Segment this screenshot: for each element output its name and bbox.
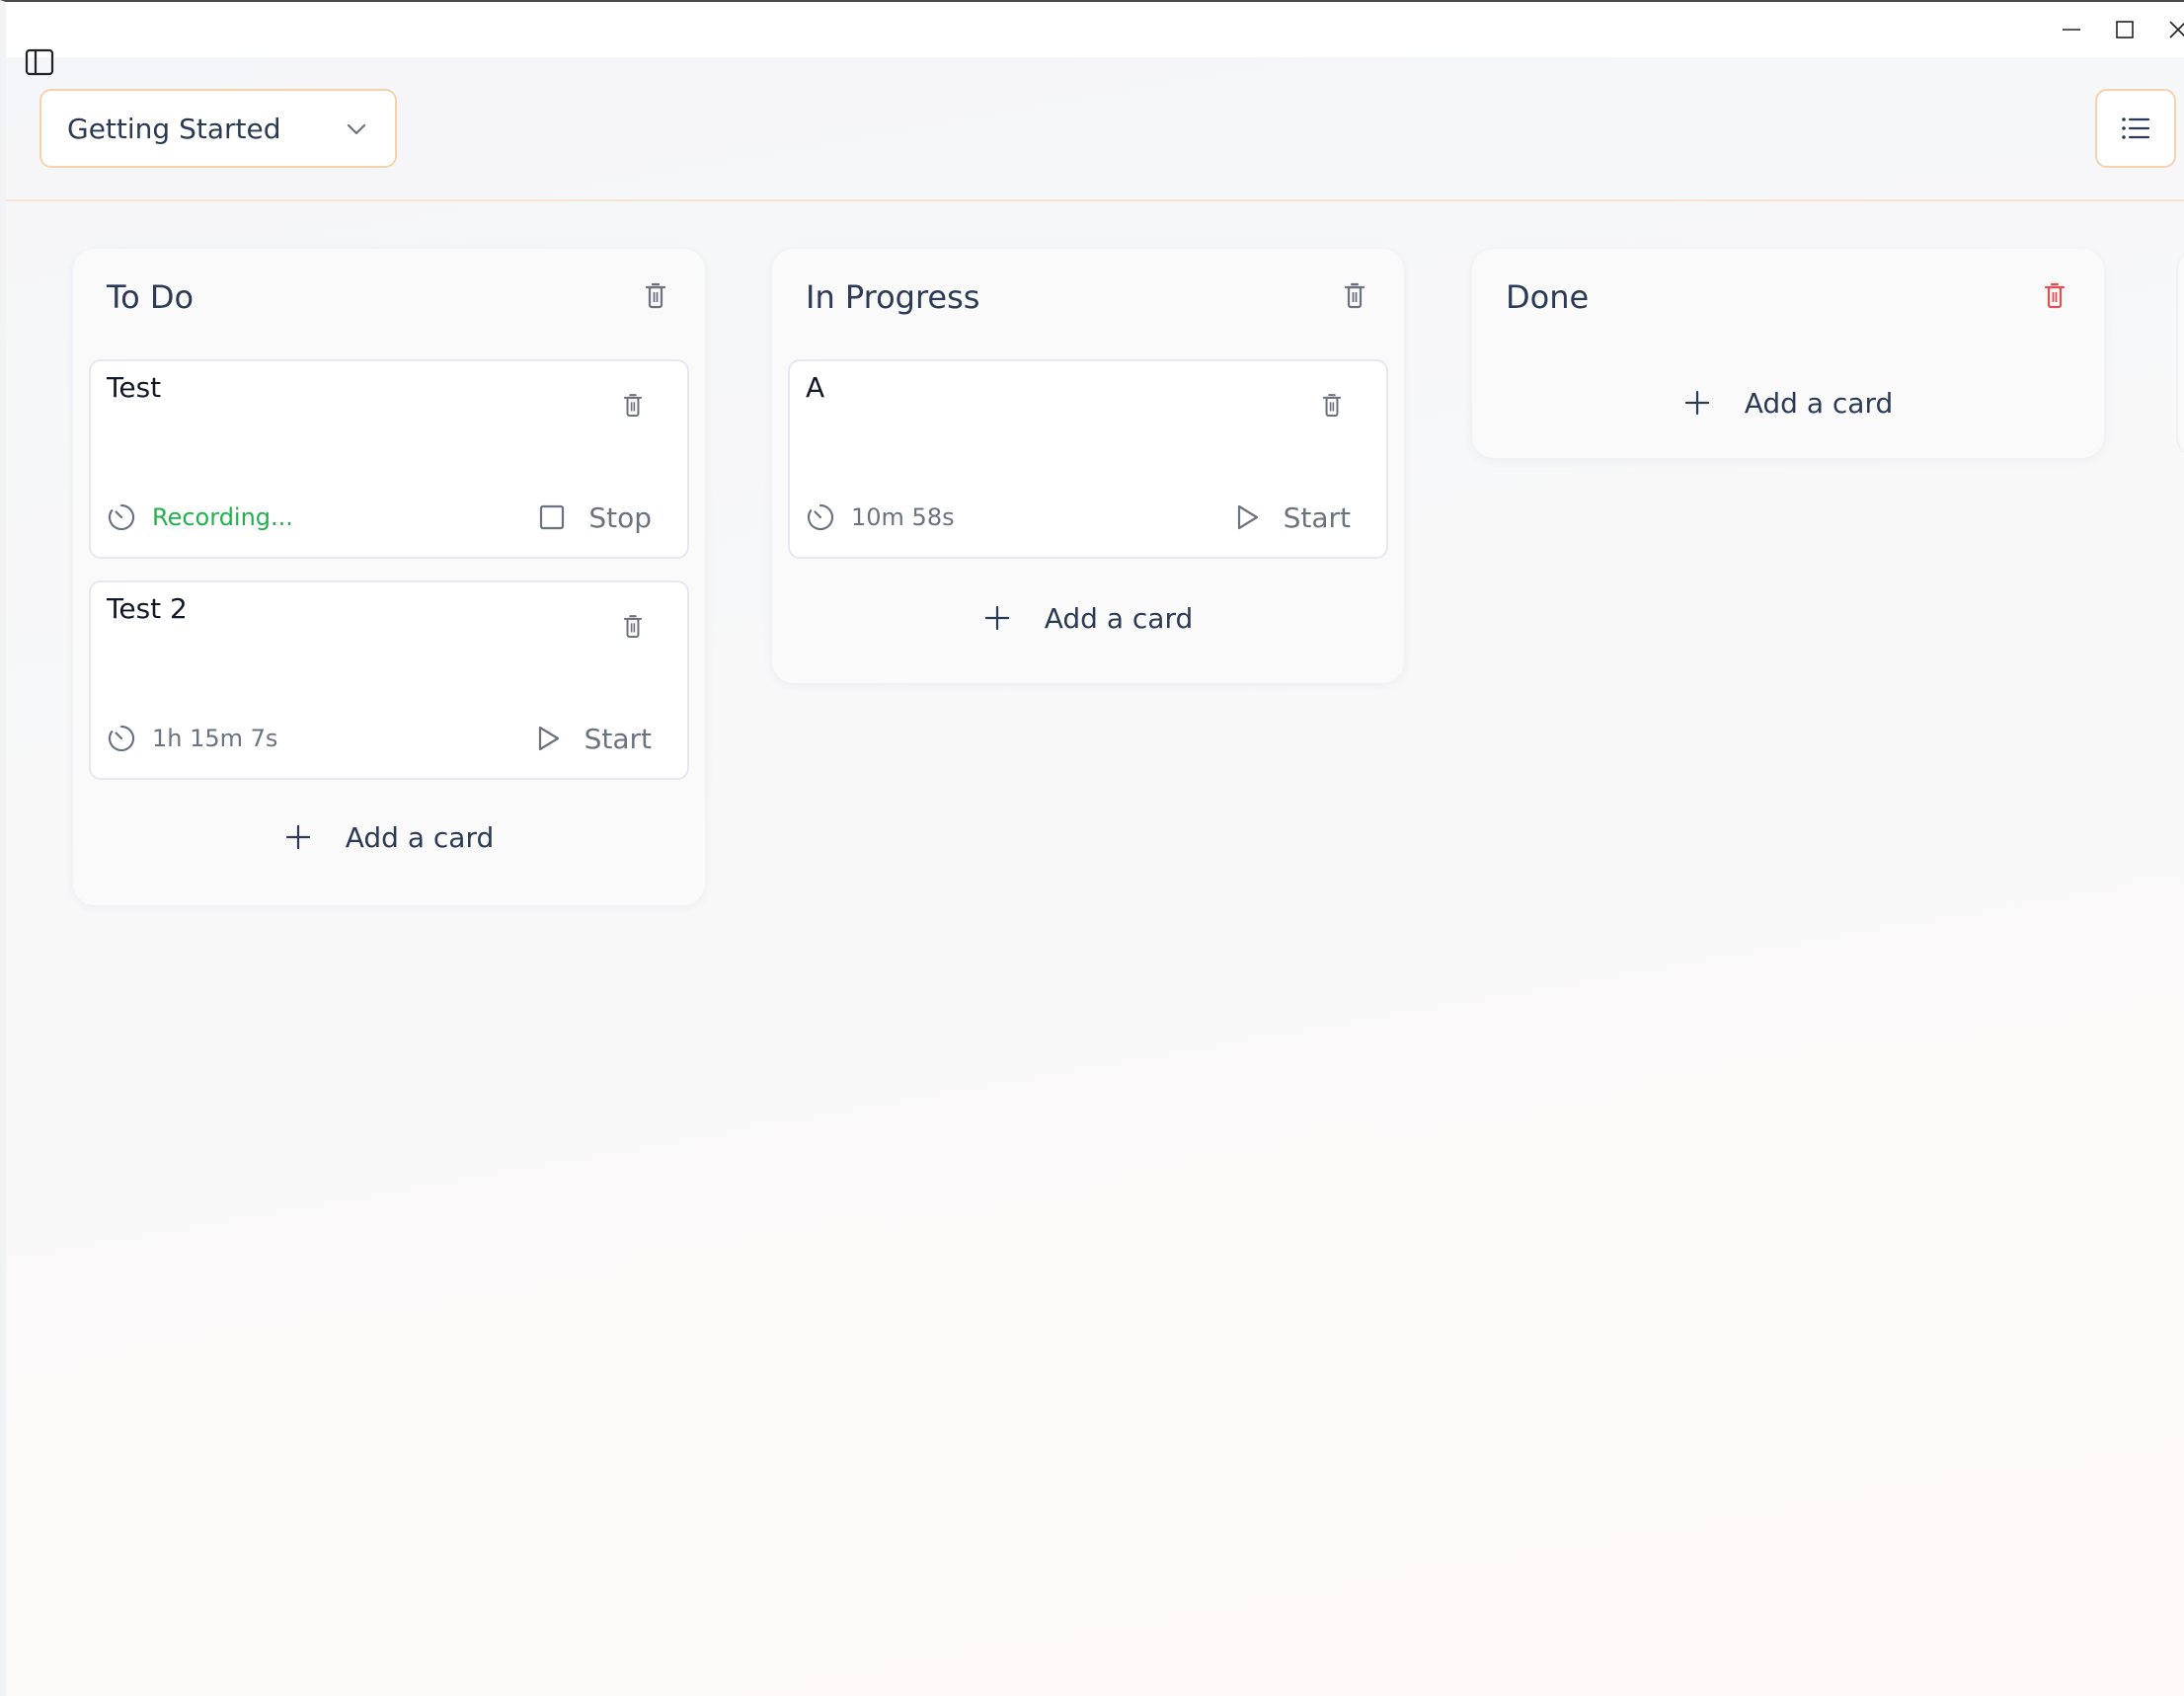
plus-icon (285, 824, 310, 850)
card-timer: 10m 58s (806, 500, 955, 535)
trash-icon (1344, 282, 1365, 309)
close-window-button[interactable] (2156, 10, 2184, 49)
play-icon (538, 726, 559, 751)
delete-card-button[interactable] (620, 612, 646, 642)
card-title: Test (107, 371, 162, 404)
card-timer: 1h 15m 7s (107, 721, 277, 756)
list-view-button[interactable] (2095, 89, 2176, 168)
add-card-button[interactable]: Add a card (1472, 373, 2104, 432)
board-select-value: Getting Started (67, 112, 281, 145)
sidebar-toggle-icon (25, 48, 54, 76)
add-card-label: Add a card (1744, 386, 1894, 420)
plus-icon (1684, 390, 1709, 416)
card-title: A (806, 371, 825, 404)
stop-button[interactable]: Stop (537, 500, 652, 535)
trash-icon (645, 282, 666, 309)
timer-icon (108, 503, 135, 531)
delete-column-button[interactable] (642, 280, 669, 312)
timer-icon (108, 725, 135, 752)
start-button[interactable]: Start (533, 721, 652, 756)
minimize-icon (2063, 29, 2080, 31)
column-title: To Do (107, 278, 195, 316)
stop-button-label: Stop (588, 501, 652, 534)
card-test-2[interactable]: Test 2 1h 15m 7s Start (89, 580, 689, 780)
board-select[interactable]: Getting Started (39, 89, 397, 168)
trash-icon (2044, 282, 2066, 309)
close-icon (2169, 21, 2184, 39)
plus-icon (984, 605, 1009, 631)
card-a[interactable]: A 10m 58s Start (788, 359, 1388, 559)
delete-column-button[interactable] (2041, 280, 2068, 312)
add-card-button[interactable]: Add a card (73, 808, 705, 867)
column-title: In Progress (806, 278, 980, 316)
start-button-label: Start (1283, 501, 1351, 534)
card-timer: Recording... (107, 500, 293, 535)
chevron-down-icon (347, 123, 366, 135)
add-card-label: Add a card (345, 820, 495, 854)
timer-value: 1h 15m 7s (152, 725, 278, 752)
trash-icon (623, 615, 643, 638)
column-title: Done (1506, 278, 1590, 316)
add-card-label: Add a card (1044, 601, 1194, 635)
stop-icon (540, 504, 565, 530)
card-title: Test 2 (107, 592, 188, 625)
maximize-icon (2116, 21, 2134, 39)
app-window: Getting Started To Do Test Recording... … (0, 0, 2184, 1696)
column-partial (2176, 249, 2184, 458)
card-test[interactable]: Test Recording... Stop (89, 359, 689, 559)
delete-column-button[interactable] (1341, 280, 1368, 312)
play-icon (1237, 504, 1258, 530)
start-button[interactable]: Start (1232, 500, 1351, 535)
start-button-label: Start (584, 722, 652, 755)
list-icon (2122, 117, 2150, 139)
trash-icon (1322, 394, 1342, 417)
timer-value: 10m 58s (851, 503, 955, 531)
trash-icon (623, 394, 643, 417)
minimize-button[interactable] (2050, 10, 2093, 49)
timer-icon (807, 503, 834, 531)
maximize-button[interactable] (2103, 10, 2146, 49)
timer-status: Recording... (152, 503, 293, 531)
add-card-button[interactable]: Add a card (772, 588, 1404, 648)
toolbar-divider (6, 199, 2184, 201)
delete-card-button[interactable] (620, 391, 646, 421)
sidebar-toggle-button[interactable] (20, 45, 59, 79)
column-done: Done Add a card (1472, 249, 2104, 458)
delete-card-button[interactable] (1319, 391, 1345, 421)
column-to-do: To Do Test Recording... Stop Test 2 1h 1… (73, 249, 705, 905)
title-bar (6, 2, 2184, 57)
column-in-progress: In Progress A 10m 58s Start Add a card (772, 249, 1404, 683)
